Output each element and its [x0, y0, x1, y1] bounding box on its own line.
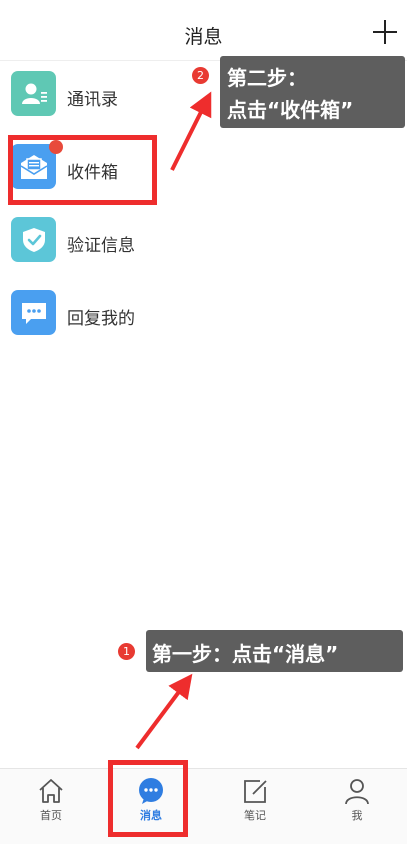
step-1-number: 1 [118, 643, 135, 660]
step-2-number: 2 [192, 67, 209, 84]
step-1-arrow [135, 673, 193, 750]
annotation-arrows [135, 91, 212, 750]
step-2-arrow [170, 91, 212, 171]
